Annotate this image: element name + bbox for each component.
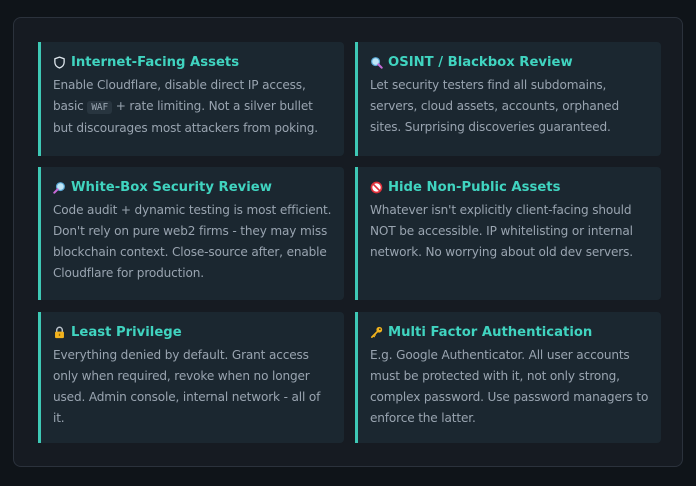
- shield-icon: [53, 56, 66, 69]
- card-title: White-Box Security Review: [71, 180, 272, 195]
- key-icon: [370, 326, 383, 339]
- card-title: Multi Factor Authentication: [388, 325, 593, 340]
- card-title-row: Multi Factor Authentication: [370, 325, 649, 340]
- card-body: Enable Cloudflare, disable direct IP acc…: [53, 75, 332, 139]
- card-title-row: White-Box Security Review: [53, 180, 332, 195]
- card-body: Let security testers find all subdomains…: [370, 78, 619, 134]
- magnifier-icon: [370, 56, 383, 69]
- magnifier-right-icon: [53, 181, 66, 194]
- card-internet-facing-assets: Internet-Facing Assets Enable Cloudflare…: [38, 42, 344, 156]
- card-title: Internet-Facing Assets: [71, 55, 240, 70]
- card-body: E.g. Google Authenticator. All user acco…: [370, 348, 649, 425]
- card-multi-factor-authentication: Multi Factor Authentication E.g. Google …: [355, 312, 661, 443]
- card-title: Hide Non-Public Assets: [388, 180, 561, 195]
- card-title: OSINT / Blackbox Review: [388, 55, 573, 70]
- best-practices-panel: Internet-Facing Assets Enable Cloudflare…: [13, 17, 683, 467]
- card-title-row: OSINT / Blackbox Review: [370, 55, 649, 70]
- card-white-box-security-review: White-Box Security Review Code audit + d…: [38, 167, 344, 300]
- prohibited-icon: [370, 181, 383, 194]
- card-hide-non-public-assets: Hide Non-Public Assets Whatever isn't ex…: [355, 167, 661, 300]
- card-osint-blackbox-review: OSINT / Blackbox Review Let security tes…: [355, 42, 661, 156]
- card-title-row: Internet-Facing Assets: [53, 55, 332, 70]
- card-title-row: Hide Non-Public Assets: [370, 180, 649, 195]
- lock-icon: [53, 326, 66, 339]
- waf-code: WAF: [87, 101, 113, 114]
- card-title: Least Privilege: [71, 325, 182, 340]
- card-body: Everything denied by default. Grant acce…: [53, 348, 321, 425]
- card-body: Whatever isn't explicitly client-facing …: [370, 203, 633, 259]
- card-title-row: Least Privilege: [53, 325, 332, 340]
- card-least-privilege: Least Privilege Everything denied by def…: [38, 312, 344, 443]
- card-body: Code audit + dynamic testing is most eff…: [53, 203, 332, 280]
